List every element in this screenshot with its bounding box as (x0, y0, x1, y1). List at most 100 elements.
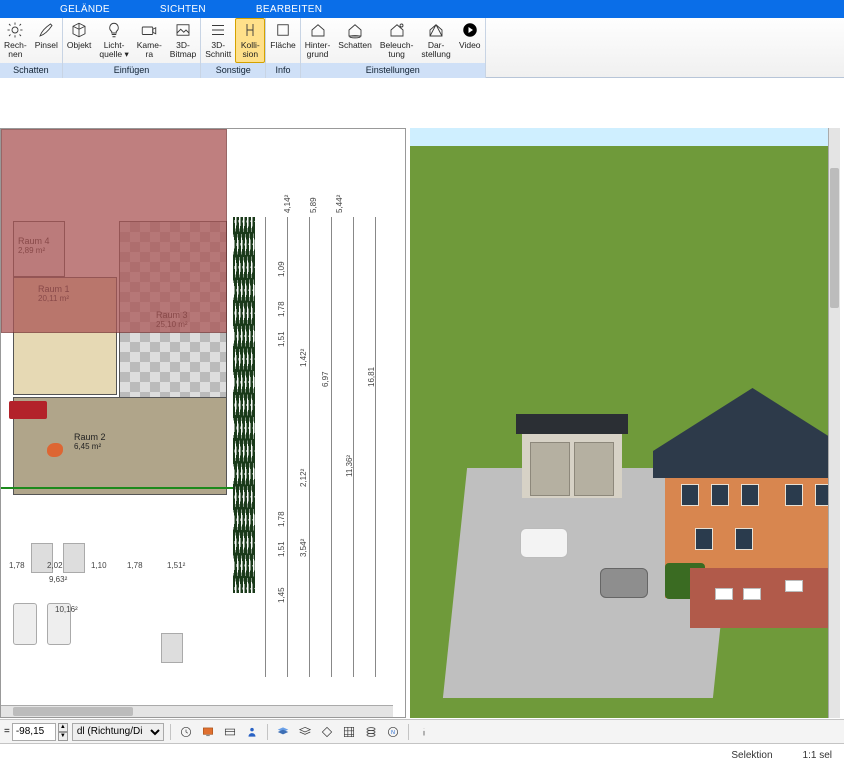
value-spinner[interactable]: ▲ ▼ (58, 723, 68, 741)
car-3d-silver[interactable] (600, 568, 648, 598)
car-3d-white[interactable] (520, 528, 568, 558)
beleuchtung-button[interactable]: Beleuch- tung (376, 18, 418, 63)
play-icon (460, 20, 480, 40)
pinsel-button[interactable]: Pinsel (31, 18, 62, 63)
flaeche-button[interactable]: Fläche (266, 18, 300, 63)
history-icon[interactable] (177, 723, 195, 741)
dim-r-4: 6,97 (321, 371, 330, 387)
floorplan-scrollbar-h[interactable] (1, 705, 393, 717)
tab-gelaende[interactable]: GELÄNDE (60, 4, 110, 15)
scrollbar-thumb[interactable] (13, 707, 133, 716)
camera-icon (139, 20, 159, 40)
direction-select[interactable]: dl (Richtung/Di (72, 723, 164, 741)
patio-chair-1[interactable] (715, 588, 733, 600)
info-icon[interactable] (415, 723, 433, 741)
sofa-furniture[interactable] (9, 401, 47, 419)
value-input[interactable] (12, 723, 56, 741)
separator (408, 724, 409, 740)
garage[interactable] (522, 428, 622, 498)
bottom-toolbar: = ▲ ▼ dl (Richtung/Di N (0, 719, 844, 743)
north-icon[interactable]: N (384, 723, 402, 741)
darstellung-button[interactable]: Dar- stellung (417, 18, 454, 63)
house-wire-icon (426, 20, 446, 40)
tab-sichten[interactable]: SICHTEN (160, 4, 206, 15)
status-selection: Selektion (731, 750, 772, 761)
brush-icon (36, 20, 56, 40)
dim-r-3: 1,42² (299, 349, 308, 367)
spin-up[interactable]: ▲ (58, 723, 68, 732)
dim-r-5: 16,81 (367, 367, 376, 387)
room-2-name: Raum 2 (74, 432, 106, 442)
hintergrund-button[interactable]: Hinter- grund (301, 18, 335, 63)
garage-door-1 (530, 442, 570, 496)
dim-r-9: 1,51 (277, 541, 286, 557)
schnitt-button[interactable]: 3D- Schnitt (201, 18, 235, 63)
rechnen-label: Rech- nen (4, 41, 27, 59)
dim-r-7: 11,36² (345, 455, 354, 477)
kamera-button[interactable]: Kame- ra (133, 18, 166, 63)
section-line[interactable] (1, 487, 233, 489)
lounger-3[interactable] (161, 633, 183, 663)
3d-scrollbar-v[interactable] (828, 128, 840, 718)
collision-icon (240, 20, 260, 40)
window-7 (735, 528, 753, 550)
spin-down[interactable]: ▼ (58, 732, 68, 741)
dim-h-0: 1,78 (9, 561, 25, 570)
group-label-sonstige: Sonstige (201, 63, 265, 78)
separator (267, 724, 268, 740)
sun-icon (5, 20, 25, 40)
floorplan-view[interactable]: Raum 4 2,89 m² Raum 1 20,11 m² Raum 3 25… (0, 128, 406, 718)
tab-bearbeiten[interactable]: BEARBEITEN (256, 4, 322, 15)
house-light-icon (387, 20, 407, 40)
house[interactable] (665, 388, 840, 598)
card-icon[interactable] (221, 723, 239, 741)
dim-r-6: 2,12² (299, 469, 308, 487)
patio-chair-2[interactable] (743, 588, 761, 600)
dim-r-0: 1,09 (277, 261, 286, 277)
rechnen-button[interactable]: Rech- nen (0, 18, 31, 63)
ribbon-group-schatten: Rech- nen Pinsel Schatten (0, 18, 63, 78)
garage-door-2 (574, 442, 614, 496)
schatten-set-button[interactable]: Schatten (334, 18, 376, 63)
grid-icon[interactable] (340, 723, 358, 741)
svg-text:N: N (391, 729, 395, 735)
kamera-label: Kame- ra (137, 41, 162, 59)
beleuchtung-label: Beleuch- tung (380, 41, 414, 59)
menu-tab-strip: GELÄNDE SICHTEN BEARBEITEN (0, 0, 844, 18)
lounger-2[interactable] (63, 543, 85, 573)
dim-h-3: 1,78 (127, 561, 143, 570)
objekt-button[interactable]: Objekt (63, 18, 96, 63)
section-icon (208, 20, 228, 40)
person-icon[interactable] (243, 723, 261, 741)
separator (170, 724, 171, 740)
dim-top-1: 5,89 (309, 197, 318, 213)
house-terrace (690, 568, 840, 628)
beanbag-furniture[interactable] (47, 443, 63, 457)
status-bar: Selektion 1:1 sel (0, 743, 844, 767)
3d-view[interactable] (410, 128, 840, 718)
layers-outline-icon[interactable] (296, 723, 314, 741)
video-button[interactable]: Video (455, 18, 485, 63)
dim-top-2: 5,44² (335, 195, 344, 213)
house-outline-icon (308, 20, 328, 40)
terrace[interactable] (1, 129, 227, 333)
layers-icon[interactable] (274, 723, 292, 741)
stack-icon[interactable] (362, 723, 380, 741)
bulb-icon (104, 20, 124, 40)
area-icon (273, 20, 293, 40)
scrollbar-thumb[interactable] (830, 168, 839, 308)
dim-top-0: 4,14² (283, 195, 292, 213)
schnitt-label: 3D- Schnitt (205, 41, 231, 59)
bitmap-button[interactable]: 3D- Bitmap (166, 18, 200, 63)
patio-chair-3[interactable] (785, 580, 803, 592)
monitor-icon[interactable] (199, 723, 217, 741)
lichtquelle-button[interactable]: Licht- quelle ▾ (95, 18, 132, 63)
dim-r-8: 1,78 (277, 511, 286, 527)
car-2d-1[interactable] (13, 603, 37, 645)
workspace: Raum 4 2,89 m² Raum 1 20,11 m² Raum 3 25… (0, 78, 844, 743)
equals-label: = (4, 726, 10, 737)
kollision-button[interactable]: Kolli- sion (235, 18, 265, 63)
video-label: Video (459, 41, 481, 50)
dim-h-tot: 9,63² (49, 575, 67, 584)
diamond-icon[interactable] (318, 723, 336, 741)
